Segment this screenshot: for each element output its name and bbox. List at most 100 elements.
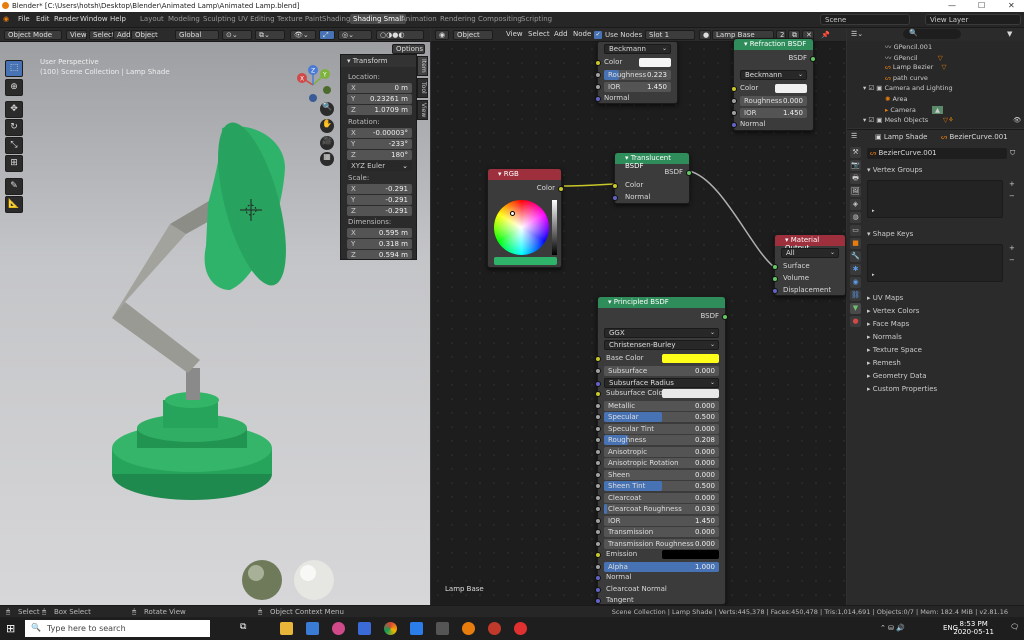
remove-vertex-group-icon[interactable]: −	[1009, 192, 1015, 200]
app-icon[interactable]	[436, 622, 449, 635]
outliner-item[interactable]: ✺ Area	[885, 95, 908, 105]
file-explorer-icon[interactable]	[280, 622, 293, 635]
tab-shading-small[interactable]: Shading Small	[350, 14, 407, 24]
material-browse-icon[interactable]: ●	[699, 30, 711, 40]
rgb-node-header[interactable]: ▾ RGB	[488, 169, 561, 180]
node-menu-select[interactable]: Select	[525, 30, 550, 40]
node-menu-node[interactable]: Node	[570, 30, 591, 40]
pin-icon[interactable]: 📌	[821, 31, 830, 39]
outliner-collection[interactable]: ▾ ☑ ▣ Mesh Objects ▽⚘ 👁	[863, 116, 1023, 126]
rgb-color-swatch[interactable]	[494, 257, 557, 265]
tool-tab-icon[interactable]: ⚒	[850, 147, 861, 158]
modifier-tab-icon[interactable]: 🔧	[850, 251, 861, 262]
refraction-ior-field[interactable]: IOR 1.450	[731, 108, 807, 118]
principled-input-sheen-tint[interactable]: Sheen Tint 0.500	[595, 481, 719, 491]
principled-input-roughness[interactable]: Roughness 0.208	[595, 435, 719, 445]
scale-y-field[interactable]: Y -0.291	[347, 195, 412, 205]
refraction-bsdf-node[interactable]: ▾ Refraction BSDF BSDF Beckmann ⌄ Color R…	[731, 38, 816, 131]
shading-mode-icons[interactable]: ○◑●◐	[376, 30, 424, 40]
zoom-icon[interactable]: 🔍	[320, 102, 334, 116]
node-menu-add[interactable]: Add	[551, 30, 569, 40]
outliner-item[interactable]: 〰 GPencil.001	[885, 41, 932, 51]
glass-roughness-field[interactable]: Roughness 0.223	[595, 70, 671, 80]
viewport-menu-view[interactable]: View	[66, 30, 87, 40]
refraction-distribution-dropdown[interactable]: Beckmann ⌄	[740, 70, 807, 80]
task-view-icon[interactable]: ⧉	[240, 622, 253, 635]
face-maps-panel[interactable]: ▸ Face Maps	[867, 320, 909, 328]
value-slider[interactable]	[552, 200, 557, 255]
principled-input-alpha[interactable]: Alpha 1.000	[595, 561, 719, 572]
object-mode-dropdown[interactable]: Object Mode	[4, 30, 62, 40]
location-z-field[interactable]: Z 1.0709 m	[347, 105, 412, 115]
principled-input-transmission[interactable]: Transmission 0.000	[595, 527, 719, 537]
principled-sss-dropdown[interactable]: Christensen-Burley ⌄	[604, 340, 719, 350]
vertex-groups-panel[interactable]: ▾ Vertex Groups	[867, 166, 922, 174]
constraints-tab-icon[interactable]: ⛓	[850, 290, 861, 301]
output-target-dropdown[interactable]: All ⌄	[781, 248, 839, 258]
shape-keys-list[interactable]: ▸	[867, 244, 1003, 282]
principled-input-specular[interactable]: Specular 0.500	[595, 412, 719, 422]
outliner-item[interactable]: ᔕ Lamp Bezier ▽	[885, 63, 946, 73]
vertex-colors-panel[interactable]: ▸ Vertex Colors	[867, 307, 919, 315]
rotate-tool-icon[interactable]: ↻	[5, 119, 23, 136]
object-breadcrumb[interactable]: ▣ Lamp Shade	[875, 133, 927, 141]
menu-file[interactable]: File	[18, 15, 30, 23]
perspective-toggle-icon[interactable]: ▦	[320, 152, 334, 166]
principled-input-specular-tint[interactable]: Specular Tint 0.000	[595, 423, 719, 434]
outliner-search-input[interactable]: 🔍	[903, 29, 961, 39]
menu-help[interactable]: Help	[110, 15, 126, 23]
uv-maps-panel[interactable]: ▸ UV Maps	[867, 294, 903, 302]
node-menu-view[interactable]: View	[503, 30, 523, 40]
collection-tab-icon[interactable]: ▭	[850, 225, 861, 236]
glass-bsdf-node[interactable]: Beckmann ⌄ Color Roughness 0.223 IOR 1.450 …	[595, 41, 678, 104]
principled-input-subsurface-radius[interactable]: Subsurface Radius ⌄	[595, 377, 719, 388]
tab-rendering[interactable]: Rendering	[440, 15, 476, 23]
translucent-bsdf-node[interactable]: ▾ Translucent BSDF BSDF Color Normal	[612, 152, 692, 204]
principled-input-emission[interactable]: Emission	[595, 550, 719, 560]
viewport-menu-select[interactable]: Select	[89, 30, 115, 40]
tab-layout[interactable]: Layout	[140, 15, 164, 23]
store-icon[interactable]	[306, 622, 319, 635]
location-y-field[interactable]: Y 0.23261 m	[347, 94, 412, 104]
tab-view[interactable]: View	[417, 100, 428, 120]
normals-panel[interactable]: ▸ Normals	[867, 333, 902, 341]
principled-bsdf-node[interactable]: ▾ Principled BSDF BSDF GGX ⌄ Christensen-…	[595, 296, 728, 605]
scale-z-field[interactable]: Z -0.291	[347, 206, 412, 216]
menu-window[interactable]: Window	[80, 15, 108, 23]
data-breadcrumb[interactable]: ᔕ BezierCurve.001	[941, 133, 1008, 141]
curve-datablock-field[interactable]: ᔕ BezierCurve.001	[867, 148, 1007, 159]
blender-menu-icon[interactable]: ◉	[3, 15, 9, 23]
tab-item[interactable]: Item	[417, 56, 428, 76]
photoshop-icon[interactable]	[358, 622, 371, 635]
outliner-type-icon[interactable]: ☰⌄	[851, 30, 863, 38]
material-slot-dropdown[interactable]: Slot 1	[645, 30, 695, 40]
principled-input-anisotropic-rotation[interactable]: Anisotropic Rotation 0.000	[595, 458, 719, 468]
dimension-x-field[interactable]: X 0.595 m	[347, 228, 412, 238]
cursor-tool-icon[interactable]: ⊕	[5, 79, 23, 96]
outliner[interactable]: ☰⌄ 🔍 ▼ 〰 GPencil.001 〰 GPencil ▽ ᔕ Lamp …	[847, 28, 1024, 128]
view-layer-selector[interactable]: View Layer	[925, 14, 1021, 25]
principled-input-clearcoat[interactable]: Clearcoat 0.000	[595, 492, 719, 503]
gizmo-toggle-icon[interactable]: ⤢	[319, 30, 335, 40]
output-tab-icon[interactable]: 🖶	[850, 173, 861, 184]
glass-ior-field[interactable]: IOR 1.450	[595, 82, 671, 92]
navigation-gizmo[interactable]: Z Y X	[297, 65, 331, 102]
rotation-z-field[interactable]: Z 180°	[347, 150, 412, 160]
scale-tool-icon[interactable]: ⤡	[5, 137, 23, 154]
maximize-button[interactable]: ☐	[978, 1, 985, 10]
principled-input-ior[interactable]: IOR 1.450	[595, 515, 719, 526]
material-output-node[interactable]: ▾ Material Output All⌄ Surface Volume Di…	[772, 234, 846, 296]
principled-input-anisotropic[interactable]: Anisotropic 0.000	[595, 446, 719, 457]
lamp-model[interactable]	[112, 116, 300, 500]
windows-start-icon[interactable]: ⊞	[6, 622, 15, 635]
dimension-z-field[interactable]: Z 0.594 m	[347, 250, 412, 259]
properties-editor[interactable]: ☰ ▣ Lamp Shade ᔕ BezierCurve.001 ᔕ Bezie…	[847, 129, 1024, 605]
rotation-x-field[interactable]: X -0.00003°	[347, 128, 412, 138]
view-layer-tab-icon[interactable]: 🖼	[850, 186, 861, 197]
viewport-menu-add[interactable]: Add	[113, 30, 131, 40]
use-nodes-checkbox[interactable]: ✓	[594, 31, 602, 39]
tab-compositing[interactable]: Compositing	[478, 15, 522, 23]
world-tab-icon[interactable]: ◍	[850, 212, 861, 223]
scene-selector[interactable]: Scene	[820, 14, 910, 25]
viewport-menu-object[interactable]: Object	[131, 30, 158, 40]
